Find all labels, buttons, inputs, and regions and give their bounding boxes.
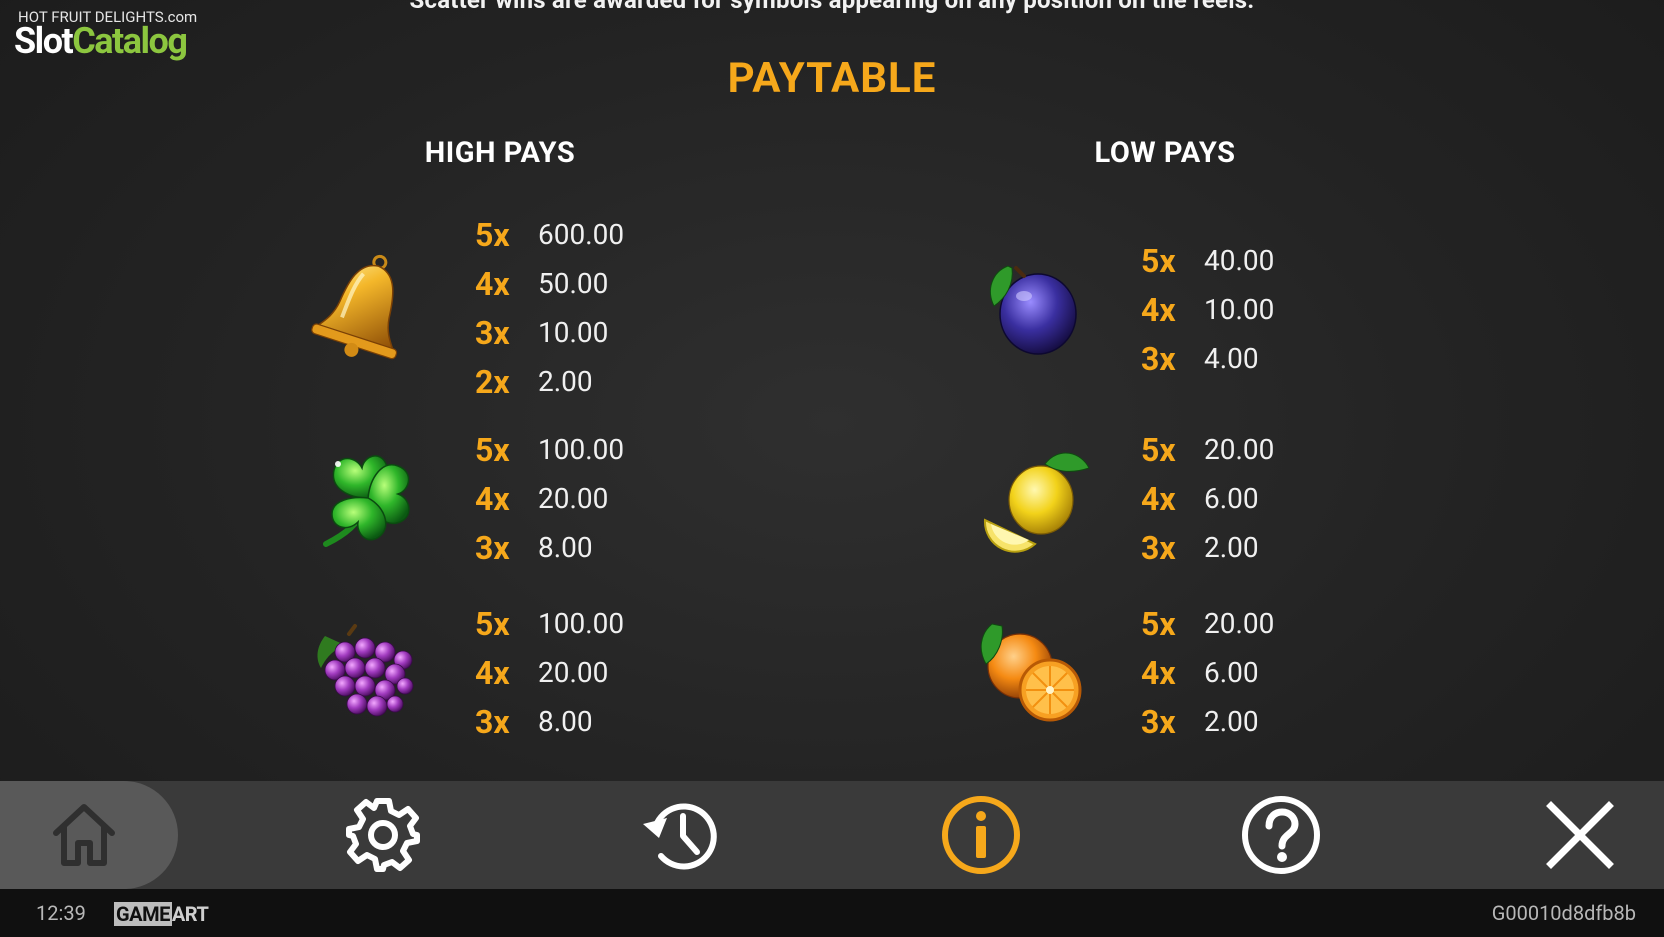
pay-row: 3x 2.00	[1141, 528, 1259, 567]
grapes-paylist: 5x 100.00 4x 20.00 3x 8.00	[475, 599, 624, 746]
pay-row: 4x 10.00	[1141, 290, 1275, 329]
pay-row: 4x 6.00	[1141, 653, 1259, 692]
settings-button[interactable]	[333, 781, 433, 889]
pay-row: 3x 10.00	[475, 313, 609, 352]
pay-row: 5x 20.00	[1141, 430, 1275, 469]
settings-icon	[346, 798, 420, 872]
bell-icon	[311, 254, 398, 360]
info-button[interactable]	[931, 781, 1031, 889]
pay-row: 5x 20.00	[1141, 604, 1275, 643]
help-button[interactable]	[1231, 781, 1331, 889]
info-icon	[942, 796, 1020, 874]
plum-icon	[990, 265, 1077, 355]
bell-paylist: 5x 600.00 4x 50.00 3x 10.00 2x 2.00	[475, 210, 624, 406]
pay-row: 4x 20.00	[475, 479, 609, 518]
pay-row: 4x 50.00	[475, 264, 609, 303]
status-bar: 12:39 GAME ART G00010d8dfb8b	[0, 889, 1664, 937]
close-icon	[1546, 801, 1614, 869]
orange-paylist: 5x 20.00 4x 6.00 3x 2.00	[1141, 599, 1274, 746]
pay-row: 5x 100.00	[475, 430, 625, 469]
history-button[interactable]	[632, 781, 732, 889]
orange-icon	[980, 623, 1082, 722]
pay-row: 5x 600.00	[475, 215, 625, 254]
paytable-title: PAYTABLE	[727, 54, 937, 103]
low-pays-heading: LOW PAYS	[1094, 136, 1236, 170]
bottom-nav-bar	[0, 781, 1664, 889]
pay-row: 4x 6.00	[1141, 479, 1259, 518]
grapes-icon	[317, 624, 414, 717]
pay-row: 3x 4.00	[1141, 339, 1259, 378]
scatter-note: Scatter wins are awarded for symbols app…	[409, 0, 1255, 14]
home-icon	[53, 804, 115, 866]
pay-row: 3x 8.00	[475, 702, 593, 741]
pay-row: 5x 40.00	[1141, 241, 1275, 280]
clock: 12:39	[36, 901, 86, 925]
help-icon	[1242, 796, 1320, 874]
plum-paylist: 5x 40.00 4x 10.00 3x 4.00	[1141, 236, 1274, 383]
pay-row: 2x 2.00	[475, 362, 593, 401]
session-id: G00010d8dfb8b	[1491, 901, 1636, 925]
pay-row: 5x 100.00	[475, 604, 625, 643]
close-button[interactable]	[1530, 781, 1630, 889]
lemon-paylist: 5x 20.00 4x 6.00 3x 2.00	[1141, 425, 1274, 572]
clover-icon	[323, 455, 410, 547]
pay-row: 3x 2.00	[1141, 702, 1259, 741]
clover-paylist: 5x 100.00 4x 20.00 3x 8.00	[475, 425, 624, 572]
home-button[interactable]	[34, 781, 134, 889]
lemon-icon	[983, 452, 1090, 553]
history-icon	[643, 803, 717, 870]
high-pays-heading: HIGH PAYS	[424, 136, 576, 170]
provider-logo: GAME ART	[114, 902, 209, 926]
pay-row: 4x 20.00	[475, 653, 609, 692]
pay-row: 3x 8.00	[475, 528, 593, 567]
